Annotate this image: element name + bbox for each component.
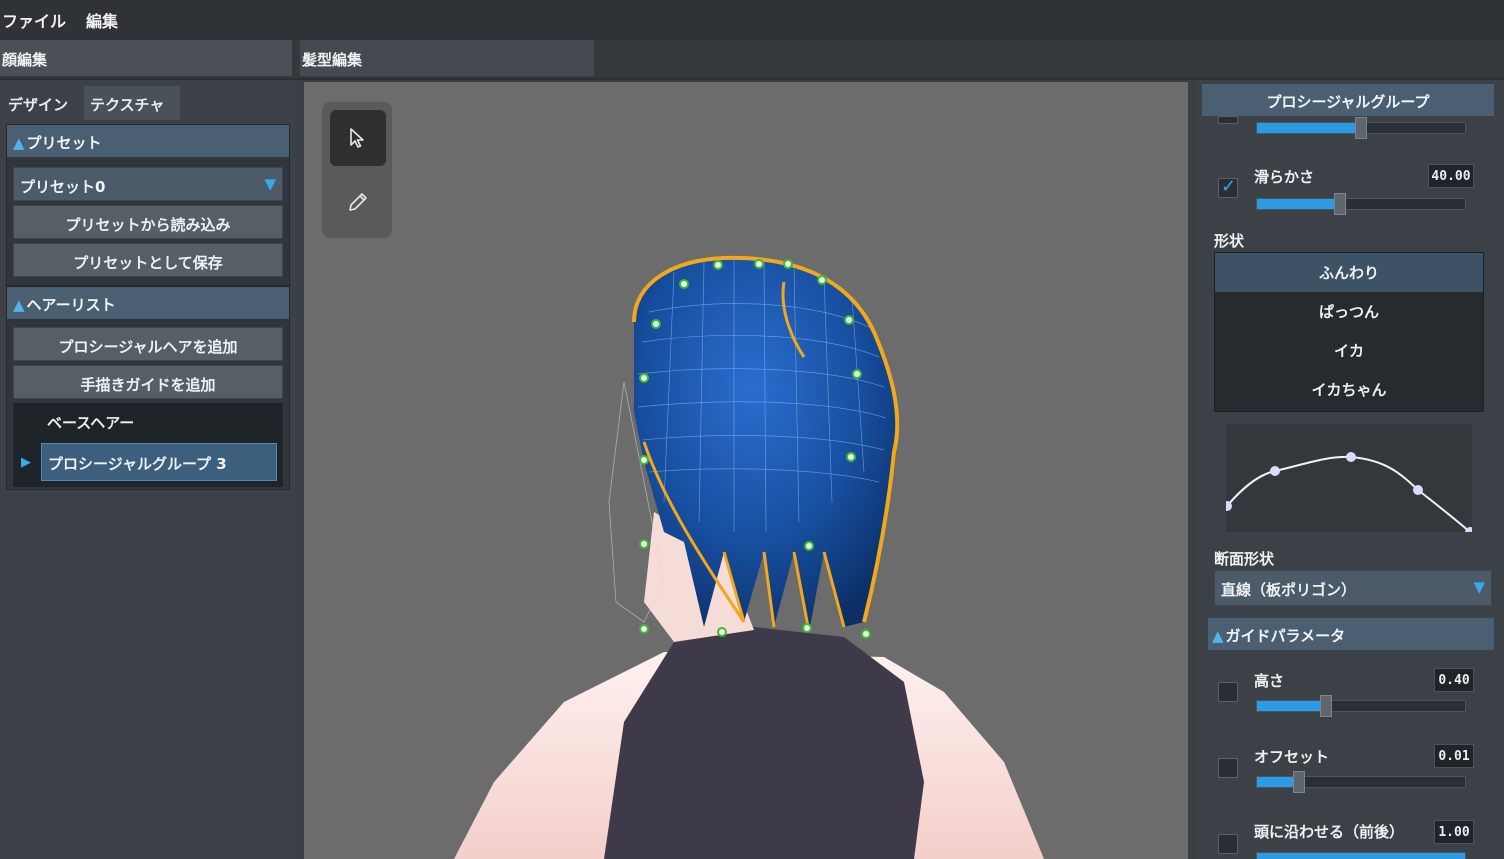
cross-section-label: 断面形状	[1214, 550, 1275, 568]
tab-design[interactable]: デザイン	[2, 86, 80, 120]
height-value[interactable]: 0.40	[1434, 668, 1474, 692]
offset-checkbox[interactable]	[1218, 758, 1238, 778]
tab-face-edit[interactable]: 顔編集	[0, 40, 292, 76]
curve-control-point[interactable]	[1270, 466, 1280, 476]
shape-option[interactable]: イカちゃん	[1215, 370, 1483, 409]
height-slider[interactable]	[1256, 695, 1466, 717]
hair-list-item[interactable]: ベースヘアー	[41, 403, 277, 441]
viewport-canvas[interactable]	[304, 82, 1188, 859]
tab-texture[interactable]: テクスチャ	[84, 86, 180, 120]
shape-curve-editor[interactable]	[1226, 424, 1472, 532]
hair-list: ベースヘアー ▶ プロシージャルグループ 3	[13, 403, 283, 487]
smoothness-value[interactable]: 40.00	[1428, 164, 1474, 188]
3d-viewport	[296, 80, 1196, 859]
smoothness-label: 滑らかさ	[1254, 168, 1315, 186]
shape-curve	[1226, 452, 1472, 532]
mode-tab-bar: 顔編集 髪型編集	[0, 40, 1504, 78]
shape-option[interactable]: ぱっつん	[1215, 292, 1483, 331]
load-preset-button[interactable]: プリセットから読み込み	[13, 205, 283, 239]
curve-control-point[interactable]	[1413, 485, 1423, 495]
hairlist-section-title: ヘアーリスト	[26, 296, 116, 314]
collapse-triangle-icon: ▲	[13, 134, 25, 152]
add-handdrawn-guide-button[interactable]: 手描きガイドを追加	[13, 365, 283, 399]
pencil-icon	[349, 193, 367, 211]
smoothness-checkbox[interactable]: ✓	[1218, 176, 1238, 198]
shape-list: ふんわり ぱっつん イカ イカちゃん	[1214, 252, 1484, 412]
preset-dropdown[interactable]: プリセット0 ▼	[13, 167, 283, 201]
slider-handle[interactable]	[1355, 117, 1367, 139]
preset-dropdown-value: プリセット0	[20, 178, 106, 196]
add-procedural-hair-button[interactable]: プロシージャルヘアを追加	[13, 327, 283, 361]
tab-hair-edit[interactable]: 髪型編集	[300, 40, 594, 76]
cursor-arrow-icon	[350, 128, 364, 148]
offset-value[interactable]: 0.01	[1434, 744, 1474, 768]
dropdown-arrow-icon: ▼	[1473, 578, 1485, 596]
slider-handle[interactable]	[1334, 193, 1346, 215]
checkbox[interactable]	[1218, 116, 1238, 124]
height-checkbox[interactable]	[1218, 682, 1238, 702]
height-label: 高さ	[1254, 672, 1285, 690]
slider-fill	[1257, 199, 1340, 209]
menu-bar: ファイル 編集	[0, 0, 1504, 40]
collapse-triangle-icon: ▲	[13, 296, 25, 314]
checkmark-icon: ✓	[1221, 176, 1237, 197]
hairlist-section-header[interactable]: ▲ ヘアーリスト	[7, 287, 289, 319]
guide-param-section-header[interactable]: ▲ ガイドパラメータ	[1208, 618, 1494, 650]
collapse-triangle-icon: ▲	[1212, 627, 1224, 645]
follow-head-value[interactable]: 1.00	[1434, 820, 1474, 844]
smoothness-slider[interactable]	[1256, 193, 1466, 215]
right-panel: プロシージャルグループ ✓ 滑らかさ 40.00 形状 ふんわり ぱっつん イカ…	[1196, 80, 1504, 859]
slider-fill	[1257, 701, 1326, 711]
preset-section: ▲ プリセット プリセット0 ▼ プリセットから読み込み プリセットとして保存	[6, 124, 290, 286]
hair-list-item-selected[interactable]: プロシージャルグループ 3	[41, 443, 277, 481]
cross-section-value: 直線（板ポリゴン）	[1221, 581, 1357, 599]
slider-fill	[1257, 123, 1361, 133]
offset-slider[interactable]	[1256, 771, 1466, 793]
offset-label: オフセット	[1254, 748, 1330, 766]
slider-handle[interactable]	[1320, 695, 1332, 717]
expand-arrow-icon[interactable]: ▶	[21, 455, 31, 470]
shape-option[interactable]: ふんわり	[1215, 253, 1483, 292]
hairlist-section: ▲ ヘアーリスト プロシージャルヘアを追加 手描きガイドを追加 ベースヘアー ▶ …	[6, 286, 290, 490]
preset-section-title: プリセット	[26, 134, 102, 152]
slider-fill	[1257, 853, 1465, 859]
character-model	[454, 255, 1044, 859]
procedural-group-title: プロシージャルグループ	[1202, 84, 1494, 116]
select-tool-button[interactable]	[330, 110, 386, 166]
save-preset-button[interactable]: プリセットとして保存	[13, 243, 283, 277]
curve-control-point[interactable]	[1346, 452, 1356, 462]
left-panel: デザイン テクスチャ ▲ プリセット プリセット0 ▼ プリセットから読み込み プ…	[0, 80, 296, 859]
shape-option[interactable]: イカ	[1215, 331, 1483, 370]
menu-file[interactable]: ファイル	[2, 8, 66, 32]
menu-edit[interactable]: 編集	[86, 8, 118, 32]
slider-handle[interactable]	[1293, 771, 1305, 793]
tool-palette	[322, 102, 392, 238]
shape-label: 形状	[1214, 232, 1245, 250]
cross-section-dropdown[interactable]: 直線（板ポリゴン） ▼	[1214, 570, 1492, 606]
guide-param-title: ガイドパラメータ	[1225, 627, 1346, 645]
top-slider[interactable]	[1256, 117, 1466, 139]
follow-head-label: 頭に沿わせる（前後）	[1254, 823, 1405, 841]
follow-head-slider[interactable]	[1256, 852, 1466, 859]
dropdown-arrow-icon: ▼	[264, 175, 276, 193]
draw-tool-button[interactable]	[330, 174, 386, 230]
follow-head-checkbox[interactable]	[1218, 834, 1238, 854]
preset-section-header[interactable]: ▲ プリセット	[7, 125, 289, 157]
